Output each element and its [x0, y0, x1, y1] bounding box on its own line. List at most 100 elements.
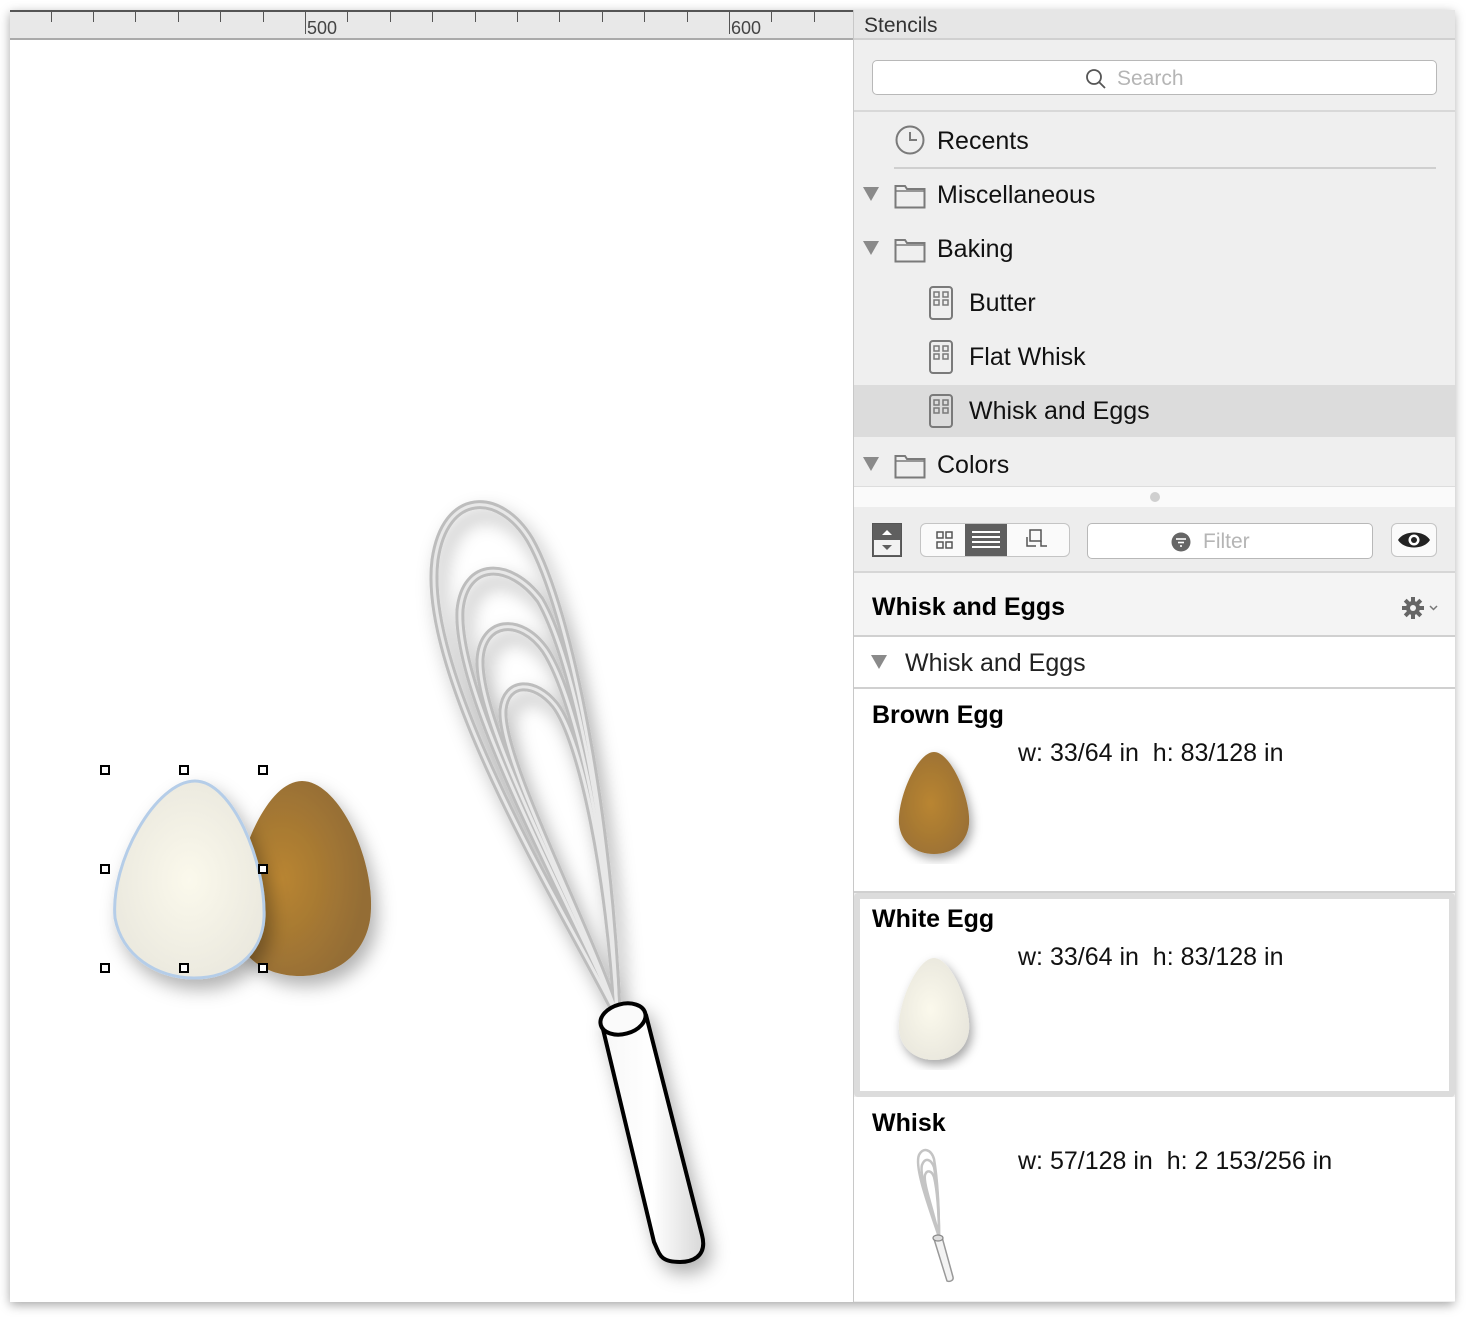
ruler-tick — [135, 12, 136, 22]
search-placeholder: Search — [1117, 67, 1184, 90]
folder-icon — [894, 239, 926, 263]
tree-item-colors[interactable]: Colors — [854, 439, 1455, 491]
filter-placeholder: Filter — [1203, 530, 1250, 553]
sidebar-title: Stencils — [864, 14, 938, 37]
ruler-tick — [220, 12, 221, 22]
ruler-tick — [432, 12, 433, 22]
outline-icon — [1026, 529, 1047, 547]
stencil-item-brown-egg[interactable]: Brown Egg w: 33/64 in h: 83/128 in — [854, 689, 1455, 893]
stencil-actions-menu[interactable] — [1401, 595, 1441, 626]
resize-handle-top-left[interactable] — [100, 765, 110, 775]
stencil-icon — [929, 340, 953, 374]
white-egg-shape[interactable] — [113, 779, 266, 980]
canvas-shapes — [113, 500, 706, 1264]
ruler-tick — [178, 12, 179, 22]
canvas-area[interactable]: 500 600 — [10, 10, 853, 1302]
ruler-label-600: 600 — [731, 18, 762, 38]
disclosure-triangle-icon[interactable] — [863, 187, 879, 201]
ruler-tick — [390, 12, 391, 22]
ruler-tick — [475, 12, 476, 22]
stencil-toolbar: Filter — [854, 507, 1455, 573]
ruler-tick — [771, 12, 772, 22]
whisk-shape[interactable] — [429, 500, 706, 1264]
ruler-tick — [51, 12, 52, 22]
ruler-tick — [687, 12, 688, 22]
resize-handle-right[interactable] — [258, 864, 268, 874]
horizontal-ruler: 500 600 — [10, 10, 853, 40]
white-egg-thumbnail — [898, 958, 970, 1060]
search-icon — [1086, 69, 1106, 89]
drawing-canvas[interactable] — [10, 40, 853, 1302]
tree-item-label: Butter — [969, 289, 1036, 317]
eye-icon — [1398, 532, 1430, 548]
grid-icon — [936, 531, 953, 549]
tree-item-flat-whisk[interactable]: Flat Whisk — [854, 331, 1455, 383]
resize-handle-bottom-right[interactable] — [258, 963, 268, 973]
stencil-search-input[interactable]: Search — [872, 60, 1437, 95]
tree-item-label: Recents — [937, 127, 1029, 155]
resize-handle-bottom-left[interactable] — [100, 963, 110, 973]
ruler-tick — [602, 12, 603, 22]
tree-item-label: Colors — [937, 451, 1010, 479]
collapse-expand-button[interactable] — [872, 523, 902, 557]
folder-icon — [894, 455, 926, 479]
splitter-grip-icon[interactable] — [1150, 492, 1160, 502]
tree-item-whisk-and-eggs[interactable]: Whisk and Eggs — [854, 385, 1455, 437]
outline-view-button[interactable] — [1007, 524, 1069, 556]
filter-icon — [1171, 532, 1191, 552]
ruler-label-500: 500 — [307, 18, 338, 38]
tree-item-label: Flat Whisk — [969, 343, 1086, 371]
stencil-item-dimensions: w: 33/64 in h: 83/128 in — [1018, 943, 1284, 971]
folder-icon — [894, 185, 926, 209]
ruler-tick — [729, 12, 730, 34]
ruler-tick — [559, 12, 560, 22]
sidebar-title-bar: Stencils — [854, 10, 1455, 40]
resize-handle-top-right[interactable] — [258, 765, 268, 775]
stencil-item-whisk[interactable]: Whisk w: 57/128 in h: 2 153/256 in — [854, 1097, 1455, 1301]
stencil-item-name: White Egg — [872, 905, 995, 933]
tree-item-miscellaneous[interactable]: Miscellaneous — [854, 169, 1455, 221]
stencil-item-white-egg[interactable]: White Egg w: 33/64 in h: 83/128 in — [854, 893, 1455, 1097]
split-view-divider[interactable] — [854, 486, 1455, 508]
list-view-button[interactable] — [965, 524, 1007, 556]
stencils-sidebar: Stencils Search Recents Miscellaneous Ba… — [853, 10, 1455, 1302]
gear-icon — [1402, 597, 1438, 619]
ruler-tick — [814, 12, 815, 22]
chevron-down-icon — [1429, 605, 1438, 611]
ruler-tick — [305, 12, 306, 34]
disclosure-triangle-icon[interactable] — [863, 457, 879, 471]
stencil-filter-input[interactable]: Filter — [1087, 523, 1373, 559]
grid-view-button[interactable] — [921, 524, 965, 556]
resize-handle-left[interactable] — [100, 864, 110, 874]
clock-icon — [895, 125, 925, 155]
ruler-tick — [347, 12, 348, 22]
brown-egg-thumbnail — [898, 752, 970, 854]
ruler-tick — [93, 12, 94, 22]
stencil-item-dimensions: w: 57/128 in h: 2 153/256 in — [1018, 1147, 1333, 1175]
stencil-item-name: Whisk — [872, 1109, 946, 1137]
stencil-item-dimensions: w: 33/64 in h: 83/128 in — [1018, 739, 1284, 767]
divider — [854, 110, 1455, 112]
disclosure-triangle-icon[interactable] — [863, 241, 879, 255]
whisk-thumbnail — [916, 1148, 954, 1283]
stencil-icon — [929, 286, 953, 320]
preview-toggle-button[interactable] — [1391, 523, 1437, 557]
stencil-icon — [929, 394, 953, 428]
disclosure-triangle-icon[interactable] — [871, 655, 887, 669]
tree-item-label: Whisk and Eggs — [969, 397, 1150, 425]
ruler-tick — [263, 12, 264, 22]
stencil-group-row[interactable]: Whisk and Eggs — [854, 637, 1455, 689]
up-down-arrows-icon — [874, 530, 900, 555]
ruler-tick — [644, 12, 645, 22]
resize-handle-bottom[interactable] — [179, 963, 189, 973]
tree-item-butter[interactable]: Butter — [854, 277, 1455, 329]
tree-item-recents[interactable]: Recents — [854, 115, 1455, 167]
stencil-group-label: Whisk and Eggs — [905, 649, 1086, 677]
resize-handle-top[interactable] — [179, 765, 189, 775]
tree-item-label: Baking — [937, 235, 1014, 263]
view-mode-segmented-control — [920, 523, 1070, 557]
tree-item-baking[interactable]: Baking — [854, 223, 1455, 275]
app-window: 500 600 Stencils Search Recents Miscella… — [10, 10, 1455, 1302]
stencil-title: Whisk and Eggs — [872, 593, 1066, 621]
stencil-header: Whisk and Eggs — [854, 573, 1455, 637]
